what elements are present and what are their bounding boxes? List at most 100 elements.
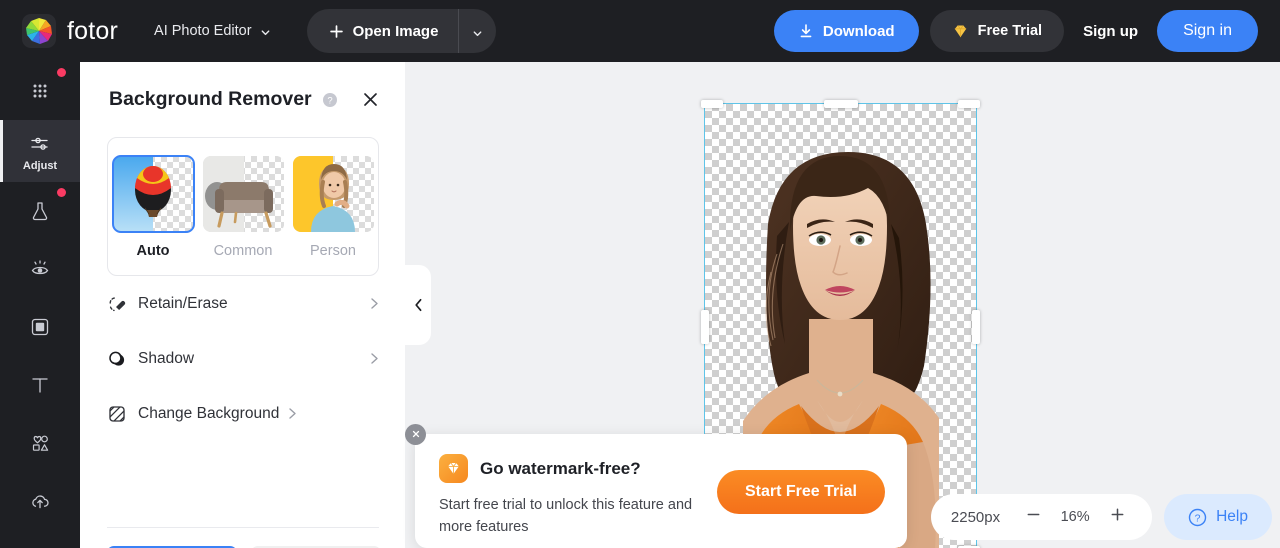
app-mode-menu[interactable]: AI Photo Editor [154, 23, 271, 39]
close-icon[interactable] [362, 91, 379, 108]
sidebar-item-frame[interactable] [0, 298, 80, 356]
plus-icon [329, 24, 344, 39]
mode-thumbnails: Auto Common Person [108, 155, 378, 259]
sidebar-item-adjust[interactable]: Adjust [0, 120, 80, 182]
open-image-label: Open Image [352, 22, 439, 40]
question-circle-icon[interactable]: ? [322, 92, 338, 108]
start-free-trial-label: Start Free Trial [744, 483, 857, 500]
chevron-down-icon [472, 26, 483, 37]
gem-icon [952, 23, 969, 40]
zoom-in-button[interactable] [1102, 502, 1132, 532]
mode-option-person[interactable]: Person [292, 156, 374, 259]
sign-up-label: Sign up [1083, 22, 1139, 40]
flask-icon [27, 198, 53, 224]
minus-icon [1025, 506, 1042, 528]
sign-in-button[interactable]: Sign in [1157, 10, 1258, 52]
mode-label: Auto [136, 243, 170, 259]
background-remover-panel: Background Remover ? Auto Common Person … [80, 62, 405, 548]
svg-text:?: ? [1195, 512, 1201, 524]
mode-label: Common [213, 243, 273, 259]
sidebar-item-apps[interactable] [0, 62, 80, 120]
resize-handle-top-center[interactable] [823, 100, 858, 108]
armchair-thumb[interactable] [202, 156, 284, 232]
download-button[interactable]: Download [773, 10, 919, 52]
mode-label: Person [310, 243, 356, 259]
app-mode-label: AI Photo Editor [154, 23, 252, 39]
fotor-editor-window: fotor AI Photo Editor Open Image Downloa… [0, 0, 1280, 548]
panel-title: Background Remover [109, 88, 312, 110]
app-header: fotor AI Photo Editor Open Image Downloa… [0, 0, 1280, 62]
row-label: Shadow [138, 349, 195, 367]
panel-header: Background Remover ? [80, 62, 405, 111]
promo-title: Go watermark-free? [480, 458, 641, 478]
sidebar-item-label: Adjust [22, 159, 58, 172]
text-icon [27, 372, 53, 398]
frame-icon [27, 314, 53, 340]
header-actions: Download Free Trial Sign up Sign in [773, 10, 1258, 52]
hot-air-balloon-thumb[interactable] [111, 155, 195, 233]
mode-option-common[interactable]: Common [202, 156, 284, 259]
free-trial-button[interactable]: Free Trial [929, 10, 1065, 52]
notification-badge [57, 188, 66, 197]
plus-icon [1109, 506, 1126, 528]
row-retain-erase[interactable]: Retain/Erase [107, 276, 379, 331]
sidebar-item-text[interactable] [0, 356, 80, 414]
promo-close-button[interactable] [405, 424, 426, 445]
start-free-trial-button[interactable]: Start Free Trial [716, 470, 885, 514]
brand-logo[interactable]: fotor [22, 14, 118, 48]
row-label: Change Background [138, 404, 280, 422]
chevron-down-icon [260, 26, 271, 37]
panel-option-rows: Retain/Erase Shadow Change Background [107, 276, 379, 441]
row-change-background[interactable]: Change Background [107, 386, 379, 441]
sidebar-item-retouch[interactable] [0, 240, 80, 298]
panel-collapse-toggle[interactable] [405, 265, 431, 345]
mode-option-auto[interactable]: Auto [111, 155, 195, 259]
sign-in-label: Sign in [1183, 22, 1232, 39]
left-sidebar: Adjust [0, 62, 80, 548]
eraser-icon [107, 294, 127, 314]
download-label: Download [822, 22, 895, 40]
image-dimensions: 2250px [950, 508, 1001, 526]
resize-handle-top-right[interactable] [958, 100, 980, 108]
promo-subtitle: Start free trial to unlock this feature … [439, 497, 693, 536]
close-icon [411, 426, 421, 444]
shapes-icon [27, 430, 53, 456]
notification-badge [57, 68, 66, 77]
open-image-dropdown-toggle[interactable] [458, 9, 496, 53]
free-trial-label: Free Trial [977, 23, 1043, 39]
cloud-upload-icon [27, 488, 53, 514]
question-circle-icon: ? [1188, 508, 1207, 527]
sidebar-item-upload[interactable] [0, 472, 80, 530]
sign-up-button[interactable]: Sign up [1075, 23, 1146, 40]
mode-selector: Auto Common Person [107, 137, 379, 276]
zoom-level[interactable]: 16% [1052, 509, 1098, 525]
chevron-right-icon [370, 352, 379, 365]
sidebar-item-effects[interactable] [0, 182, 80, 240]
help-label: Help [1216, 508, 1248, 525]
brand-name: fotor [67, 16, 119, 45]
open-image-main[interactable]: Open Image [307, 9, 459, 53]
apps-grid-icon [27, 78, 53, 104]
help-button[interactable]: ? Help [1164, 494, 1272, 540]
open-image-button[interactable]: Open Image [306, 9, 497, 53]
resize-handle-middle-left[interactable] [701, 310, 709, 344]
zoom-out-button[interactable] [1018, 502, 1048, 532]
resize-handle-middle-right[interactable] [972, 310, 980, 344]
chevron-right-icon [370, 297, 379, 310]
watermark-promo-popup: Go watermark-free? Start free trial to u… [405, 424, 907, 548]
sidebar-item-elements[interactable] [0, 414, 80, 472]
row-shadow[interactable]: Shadow [107, 331, 379, 386]
sidebar-item-more[interactable] [0, 530, 80, 548]
chevron-left-icon [414, 298, 423, 312]
eye-retouch-icon [27, 256, 53, 282]
panel-divider [107, 527, 379, 528]
hatch-square-icon [107, 404, 127, 424]
row-label: Retain/Erase [138, 294, 228, 312]
canvas-bottom-bar: 2250px 16% ? Help [930, 494, 1272, 540]
download-icon [798, 23, 814, 39]
shadow-icon [107, 349, 127, 369]
svg-text:?: ? [327, 95, 332, 106]
resize-handle-top-left[interactable] [701, 100, 723, 108]
fotor-color-wheel-logo-icon [22, 14, 56, 48]
person-thumb[interactable] [292, 156, 374, 232]
